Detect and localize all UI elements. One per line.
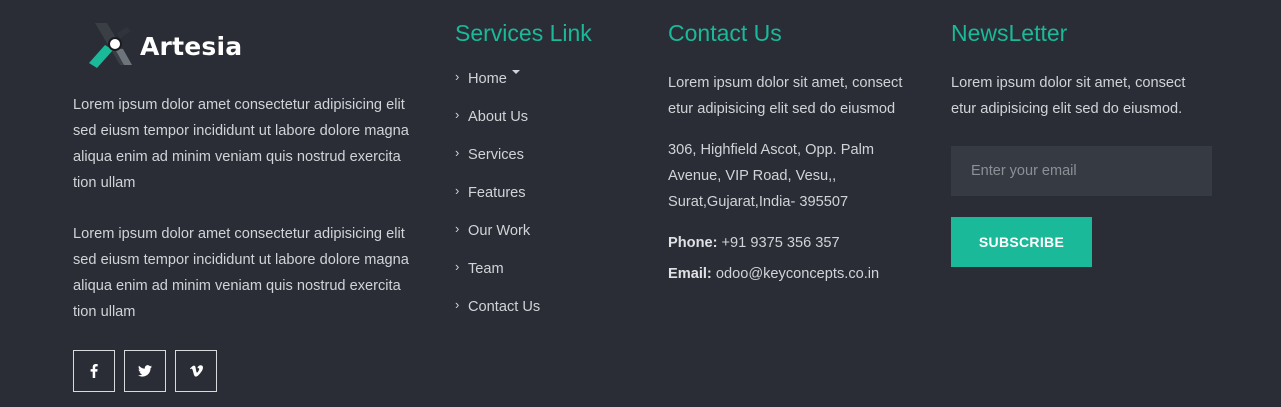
twitter-icon [138, 365, 152, 377]
phone-label: Phone: [668, 235, 718, 251]
about-paragraph-1: Lorem ipsum dolor amet consectetur adipi… [73, 97, 409, 191]
caret-down-icon [511, 70, 520, 74]
chevron-right-icon: › [455, 145, 460, 160]
brand-name: Artesia [140, 31, 243, 61]
nav-link-services[interactable]: › Services [455, 145, 540, 185]
newsletter-email-input[interactable] [951, 146, 1212, 196]
nav-link-team[interactable]: › Team [455, 259, 540, 299]
facebook-icon [90, 364, 98, 378]
email-value[interactable]: odoo@keyconcepts.co.in [716, 266, 879, 282]
email-label: Email: [668, 266, 712, 282]
nav-link-label: Our Work [468, 223, 531, 239]
facebook-button[interactable] [73, 350, 115, 392]
twitter-button[interactable] [124, 350, 166, 392]
chevron-right-icon: › [455, 259, 460, 274]
subscribe-button[interactable]: SUBSCRIBE [951, 217, 1092, 267]
contact-intro: Lorem ipsum dolor sit amet, consect etur… [668, 75, 903, 117]
vimeo-icon [189, 365, 203, 377]
nav-link-label: Home [468, 71, 507, 87]
contact-address: 306, Highfield Ascot, Opp. Palm Avenue, … [668, 142, 875, 210]
nav-link-contact-us[interactable]: › Contact Us [455, 297, 541, 337]
nav-link-features[interactable]: › Features [455, 183, 540, 223]
nav-link-home[interactable]: › Home [455, 69, 540, 109]
nav-link-label: About Us [468, 109, 529, 125]
chevron-right-icon: › [455, 183, 460, 198]
newsletter-intro: Lorem ipsum dolor sit amet, consect etur… [951, 75, 1186, 117]
vimeo-button[interactable] [175, 350, 217, 392]
nav-link-label: Features [468, 185, 526, 201]
chevron-right-icon: › [455, 221, 460, 236]
nav-link-label: Team [468, 261, 504, 277]
nav-link-label: Services [468, 147, 524, 163]
contact-title: Contact Us [668, 20, 782, 46]
nav-link-label: Contact Us [468, 299, 541, 315]
brand-logo[interactable]: Artesia [87, 19, 242, 73]
phone-value[interactable]: +91 9375 356 357 [722, 235, 840, 251]
nav-link-our-work[interactable]: › Our Work [455, 221, 540, 261]
chevron-right-icon: › [455, 297, 460, 312]
contact-email: Email: odoo@keyconcepts.co.in [668, 261, 918, 287]
nav-link-about-us[interactable]: › About Us [455, 107, 540, 147]
contact-phone: Phone: +91 9375 356 357 [668, 230, 918, 256]
services-link-list: › Home › About Us › Services › Features … [455, 69, 541, 337]
services-title: Services Link [455, 20, 592, 46]
social-links [73, 350, 217, 392]
newsletter-title: NewsLetter [951, 20, 1068, 46]
chevron-right-icon: › [455, 107, 460, 122]
artesia-logo-icon [89, 23, 132, 68]
chevron-right-icon: › [455, 69, 460, 84]
about-paragraph-2: Lorem ipsum dolor amet consectetur adipi… [73, 226, 409, 320]
